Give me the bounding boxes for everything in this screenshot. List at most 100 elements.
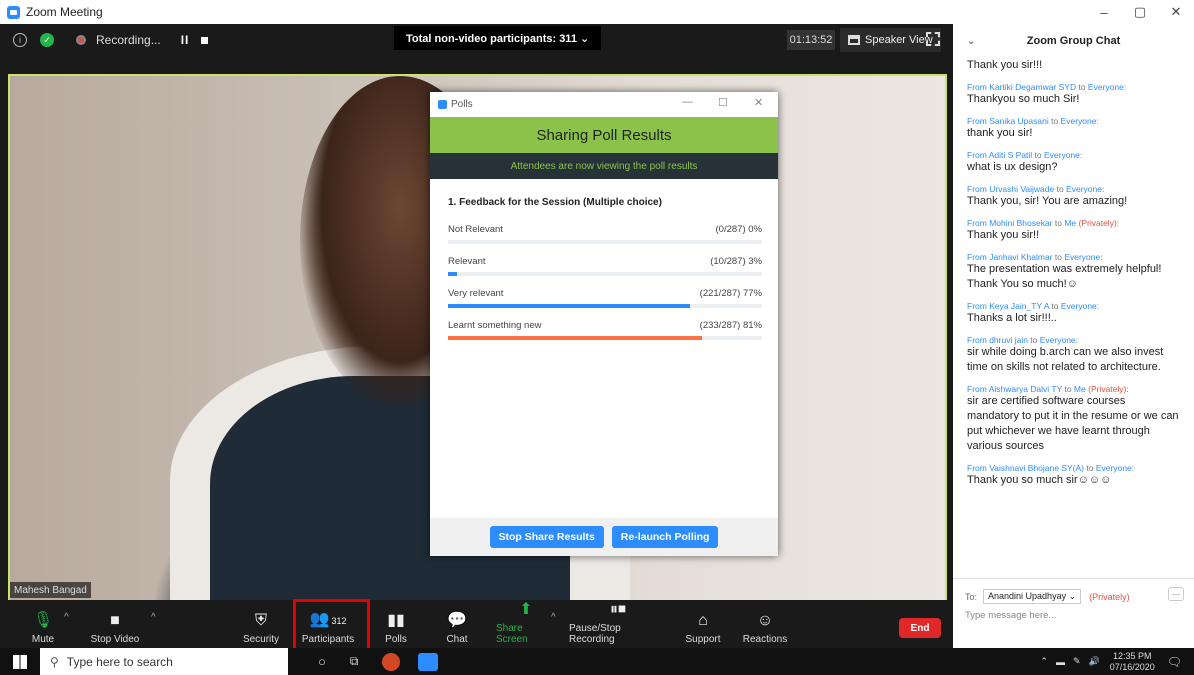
pen-icon[interactable]: ✎ [1073,656,1081,667]
zoom-app-icon [438,100,447,109]
chat-colon: : [1123,82,1127,92]
stop-share-results-button[interactable]: Stop Share Results [489,526,604,548]
search-icon: ⚲ [50,654,59,669]
chat-message: From dhruvi jain to Everyone: sir while d… [967,335,1180,375]
network-icon[interactable]: ▬ [1056,657,1065,667]
close-icon[interactable]: ✕ [1158,0,1194,24]
chat-message-text: The presentation was extremely helpful! … [967,263,1162,290]
chat-message-meta: From dhruvi jain to Everyone: [967,335,1180,345]
chat-message-text: Thank you sir!! [967,229,1040,241]
poll-close-icon[interactable]: ✕ [754,96,763,109]
chat-recipient: Everyone [1039,335,1076,345]
pause-stop-recording-button[interactable]: ⏸⏹ Pause/Stop Recording [569,600,667,648]
chat-message-text: Thankyou so much Sir! [967,93,1080,105]
chat-bubble-icon: 💬 [447,612,467,629]
chat-to-word: to [1054,184,1067,194]
chat-message: From Kartiki Degamwar SYD to Everyone: Th… [967,82,1180,107]
video-options-chevron-icon[interactable]: ^ [151,612,156,623]
taskbar-search[interactable]: ⚲ Type here to search [40,648,288,675]
stop-video-button[interactable]: ■ Stop Video [88,600,142,648]
microphone-icon: 🎙 [32,612,54,629]
non-video-participants-banner[interactable]: Total non-video participants: 311 ⌄ [394,26,602,50]
powerpoint-icon[interactable] [382,652,401,671]
stop-recording-icon[interactable] [201,36,209,44]
notifications-icon[interactable]: 🗨 [1167,655,1182,669]
chat-message-text: sir while doing b.arch can we also inves… [967,346,1164,373]
clock-date: 07/16/2020 [1109,661,1155,672]
start-button[interactable] [0,648,40,675]
chat-colon: : [1079,150,1083,160]
tray-chevron-icon[interactable]: ⌃ [1040,656,1048,667]
chat-message: From Aishwarya Dalvi TY to Me (Privately… [967,384,1180,454]
windows-logo-icon [13,654,27,669]
poll-minimize-icon[interactable]: — [682,96,693,108]
audio-options-chevron-icon[interactable]: ^ [64,612,69,623]
chat-compose: To: Anandini Upadhyay ⌄ (Privately) ··· … [953,578,1194,648]
mute-button[interactable]: 🎙 Mute [26,600,60,648]
meeting-toolbar: 🎙 Mute ^ ■ Stop Video ^ ⛨ Security 👥 312 … [0,600,953,648]
poll-option-label: Very relevant [448,288,504,299]
chat-recipient: Everyone [1064,252,1101,262]
speaker-view-icon [848,35,860,45]
poll-option-row: Not Relevant (0/287) 0% [448,224,762,235]
clock[interactable]: 12:35 PM 07/16/2020 [1110,651,1155,673]
chat-to-word: to [1027,335,1040,345]
support-button[interactable]: ⌂ Support [683,600,723,648]
poll-body: 1. Feedback for the Session (Multiple ch… [430,179,778,340]
poll-option: Very relevant (221/287) 77% [448,288,762,308]
chat-to-word: to [1052,218,1065,228]
chat-message-text: Thank you so much sir☺☺☺ [967,474,1112,486]
chat-message-text: Thank you sir!!! [967,59,1043,71]
zoom-taskbar-icon[interactable] [418,652,439,671]
poll-option: Learnt something new (233/287) 81% [448,320,762,340]
poll-option-result: (233/287) 81% [699,320,762,331]
poll-question: 1. Feedback for the Session (Multiple ch… [448,197,662,208]
recipient-select[interactable]: Anandini Upadhyay ⌄ [983,589,1082,604]
chat-message: From Vaishnavi Bhojane SY(A) to Everyone… [967,463,1180,488]
poll-option-label: Not Relevant [448,224,503,235]
chat-colon: : [1126,384,1129,394]
task-view-icon[interactable]: ⧉ [350,654,359,669]
reactions-button[interactable]: ☺ Reactions [742,600,788,648]
poll-option: Not Relevant (0/287) 0% [448,224,762,244]
volume-icon[interactable]: 🔊 [1089,656,1100,667]
chat-sender: From Mohini Bhosekar [967,218,1053,228]
chat-sender: From Vaishnavi Bhojane SY(A) [967,463,1085,473]
share-screen-button[interactable]: ⬆ Share Screen [496,600,556,648]
reactions-smiley-icon: ☺ [756,612,774,629]
video-camera-icon: ■ [110,612,120,629]
security-shield-icon[interactable]: ✓ [40,33,54,47]
polls-button[interactable]: ▮▮ Polls [381,600,411,648]
polls-label: Polls [385,634,407,645]
minimize-icon[interactable]: – [1086,0,1122,24]
chat-recipient: Everyone [1044,150,1080,160]
fullscreen-icon[interactable] [926,32,940,46]
chat-colon: : [1116,218,1120,228]
chat-recipient: Me [1064,218,1077,228]
info-icon[interactable]: i [13,33,27,47]
more-options-button[interactable]: ··· [1168,587,1184,601]
chat-message-meta: From Sanika Upasani to Everyone: [967,116,1180,126]
pause-recording-icon[interactable]: II [181,33,190,47]
chevron-down-icon[interactable]: ⌄ [967,36,975,47]
chat-message: From Janhavi Khalmar to Everyone: The pre… [967,252,1180,292]
chat-sender: From Keya Jain_TY A [967,301,1050,311]
chat-message-input[interactable]: Type message here... [953,604,1194,627]
share-options-chevron-icon[interactable]: ^ [551,612,556,623]
chat-sender: From Aishwarya Dalvi TY [967,384,1063,394]
poll-window-title: Polls [451,99,473,110]
poll-results-window: Polls — ☐ ✕ Sharing Poll Results Attende… [430,92,778,556]
cortana-icon[interactable]: ○ [318,654,326,669]
restore-icon[interactable]: ▢ [1122,0,1158,24]
chat-sender: From Janhavi Khalmar [967,252,1053,262]
chat-colon: : [1101,184,1105,194]
share-screen-icon: ⬆ [519,601,533,618]
chat-button[interactable]: 💬 Chat [442,600,472,648]
security-button[interactable]: ⛨ Security [241,600,281,648]
chat-messages: Thank you sir!!! From Kartiki Degamwar SY… [953,58,1194,488]
chat-message: From Sanika Upasani to Everyone: thank yo… [967,116,1180,141]
security-label: Security [242,634,280,645]
end-meeting-button[interactable]: End [899,618,941,638]
relaunch-polling-button[interactable]: Re-launch Polling [611,526,719,548]
poll-maximize-icon[interactable]: ☐ [718,96,728,109]
